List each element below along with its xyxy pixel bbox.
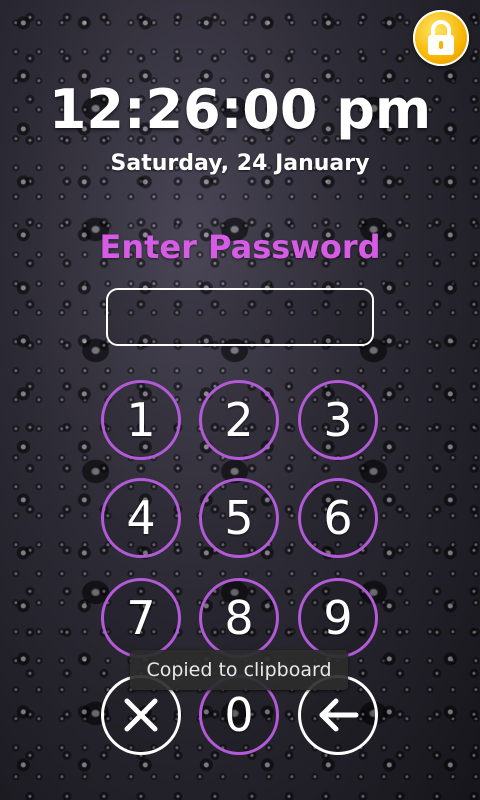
key-6[interactable]: 6 [298, 478, 378, 558]
key-7[interactable]: 7 [101, 578, 181, 658]
key-1[interactable]: 1 [101, 380, 181, 460]
clock-date: Saturday, 24 January [110, 151, 370, 176]
key-2[interactable]: 2 [199, 380, 279, 460]
backspace-arrow-icon [319, 698, 359, 732]
close-icon [124, 698, 158, 732]
key-4[interactable]: 4 [101, 478, 181, 558]
lock-icon[interactable] [413, 10, 469, 66]
key-5[interactable]: 5 [199, 478, 279, 558]
key-3[interactable]: 3 [298, 380, 378, 460]
password-field[interactable] [106, 288, 374, 346]
clipboard-toast: Copied to clipboard [130, 650, 348, 690]
key-9[interactable]: 9 [298, 578, 378, 658]
password-prompt: Enter Password [99, 228, 381, 266]
clock-time: 12:26:00 pm [48, 78, 432, 141]
key-8[interactable]: 8 [199, 578, 279, 658]
